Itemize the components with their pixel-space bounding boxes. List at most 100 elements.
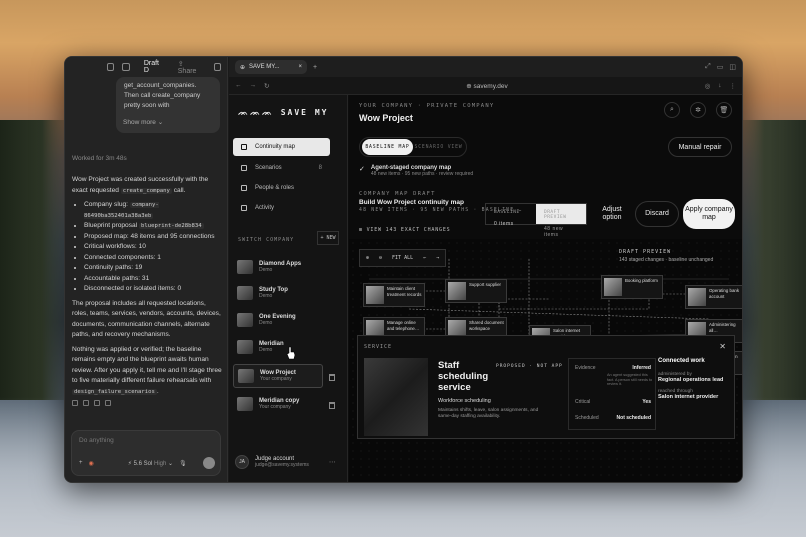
connected-work-title: Connected work [658,358,705,364]
close-icon[interactable]: ✕ [719,342,726,351]
node-label: Booking platform [625,278,658,283]
attach-icon[interactable]: ◉ [89,460,94,467]
composer-input[interactable]: Do anything [79,437,114,444]
sidebar-item-label: Scenarios [255,165,282,171]
company-item[interactable]: One Evening Demo [233,308,323,332]
share-button[interactable]: ⇪ Share [178,60,202,75]
effort-label: High [154,460,167,467]
apply-company-map-button[interactable]: Apply company map [683,199,735,229]
arrow-left-icon[interactable]: ← [423,255,426,261]
manual-repair-button[interactable]: Manual repair [668,137,732,157]
thumbs-down-icon[interactable] [94,400,100,406]
expand-icon[interactable]: ⤢ [705,63,711,71]
company-item[interactable]: Diamond Apps Demo [233,255,323,279]
send-button[interactable] [203,457,215,469]
map-node[interactable]: Operating bank account [685,285,742,309]
tab-baseline-map[interactable]: BASELINE MAP [362,139,413,155]
trash-icon[interactable] [329,402,335,409]
critical-label: Critical [575,399,591,405]
tab-scenario-view[interactable]: SCENARIO VIEW [413,139,464,155]
user-profile[interactable]: JA Judge account judge@savemy.systems ⋯ [235,455,336,469]
summary-list: Company slug: company-86490ba352401a38a3… [72,200,222,295]
company-item[interactable]: Meridian copy Your company [233,392,323,416]
worked-for-label: Worked for 3m 48s [72,155,127,162]
forward-icon[interactable]: → [250,82,257,89]
sidebar-toggle-icon[interactable] [107,63,115,71]
avatar: JA [235,455,249,469]
blueprint-label: Blueprint proposal [84,222,139,229]
delete-icon[interactable]: 🗑︎ [716,102,732,118]
new-tab-icon[interactable]: + [313,64,317,71]
extension-icon[interactable]: ◎ [705,82,711,90]
reached-value[interactable]: Salon internet provider [658,394,732,400]
mic-icon[interactable]: 🎙︎ [179,460,187,467]
search-icon[interactable]: ⌕ [664,102,680,118]
map-node[interactable]: Support supplier [445,279,507,303]
company-thumbnail [238,369,254,383]
map-node[interactable]: Maintain client treatment records [363,283,425,307]
close-tab-icon[interactable]: × [298,64,302,70]
intro-text-end: call. [171,186,186,194]
url-field[interactable]: ⊕ savemy.dev [466,82,507,90]
share-icon[interactable] [105,400,111,406]
draft-preview-label: DRAFT PREVIEW [619,249,672,255]
trash-icon[interactable] [329,374,335,381]
people-icon [241,185,247,191]
node-label: Support supplier [469,282,501,287]
company-item-selected[interactable]: Wow Project Your company [233,364,323,388]
company-sub: Demo [259,293,273,299]
zoom-out-icon[interactable]: ⊖ [379,255,382,261]
list-item: Disconnected or isolated items: 0 [84,284,222,295]
sidebar-item-activity[interactable]: Activity [233,199,330,217]
user-email: judge@savemy.systems [255,462,309,468]
list-item: Blueprint proposal blueprint-de28b834 [84,221,222,232]
sidebar-item-continuity-map[interactable]: Continuity map [233,138,330,156]
thumbs-up-icon[interactable] [83,400,89,406]
model-selector[interactable]: ⚡ 5.6 Sol High ⌄ [128,460,173,467]
next-steps-text: Nothing was applied or verified; the bas… [72,345,222,385]
company-sub: Your company [260,376,292,382]
sidebar-item-label: People & roles [255,185,295,191]
sidebar-item-people[interactable]: People & roles [233,179,330,197]
reload-icon[interactable]: ↻ [264,82,269,90]
more-icon[interactable]: ⋮ [730,82,737,90]
map-node[interactable]: Booking platform [601,275,663,299]
zoom-in-icon[interactable]: ⊕ [366,255,369,261]
company-item[interactable]: Study Top Demo [233,281,323,305]
download-icon[interactable]: ↓ [718,82,721,89]
more-icon[interactable]: ⋯ [329,458,336,466]
expand-icon: ⊞ [359,227,363,233]
map-icon [241,144,247,150]
admin-value[interactable]: Regional operations lead [658,377,732,383]
page-title: Wow Project [359,113,413,123]
discard-button[interactable]: Discard [635,201,679,227]
company-item[interactable]: Meridian Demo [233,335,323,359]
new-chat-icon[interactable] [122,63,130,71]
fit-all-button[interactable]: FIT ALL [392,255,413,261]
arrow-right-icon[interactable]: → [436,255,439,261]
show-more-button[interactable]: Show more ⌄ [123,118,163,126]
composer[interactable]: Do anything + ◉ ⚡ 5.6 Sol High ⌄ 🎙︎ [71,430,221,476]
filter-icon[interactable]: ✲ [690,102,706,118]
sidebar-item-scenarios[interactable]: Scenarios 8 [233,159,330,177]
plus-icon[interactable]: + [79,460,83,466]
browser-tab[interactable]: ⊕ SAVE MY... × [235,60,307,74]
logo-mark-icon: ᨏᨏᨏ [238,108,274,117]
window-icon[interactable]: ▭ [717,63,724,71]
list-item: Accountable paths: 31 [84,274,222,285]
panel-icon[interactable] [213,63,222,71]
activity-icon [241,205,247,211]
list-item: Critical workflows: 10 [84,242,222,253]
new-company-button[interactable]: + NEW [317,231,339,245]
assistant-message: Wow Project was created successfully wit… [72,175,222,401]
split-icon[interactable]: ◫ [729,63,736,71]
globe-icon: ⊕ [240,64,246,71]
node-thumbnail [366,286,384,304]
critical-value: Yes [642,399,651,405]
adjust-option-button[interactable]: Adjust option [593,201,631,227]
company-thumbnail [237,340,253,354]
copy-icon[interactable] [72,400,78,406]
sidebar-item-label: Activity [255,205,275,211]
view-changes-link[interactable]: ⊞ VIEW 143 EXACT CHANGES [359,227,450,233]
back-icon[interactable]: ← [235,82,242,89]
